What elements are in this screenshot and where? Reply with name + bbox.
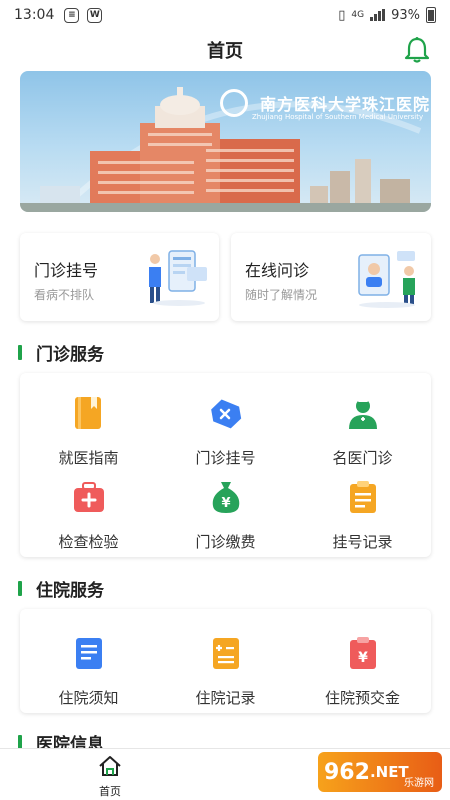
quick-card-consultation[interactable]: 在线问诊 随时了解情况 <box>231 233 431 321</box>
hospital-name-en: Zhujiang Hospital of Southern Medical Un… <box>252 113 424 121</box>
quick-card-subtitle: 随时了解情况 <box>245 288 318 302</box>
yuan-clipboard-icon: ¥ <box>349 637 376 669</box>
document-icon <box>75 638 102 669</box>
watermark-suffix: .NET <box>369 763 409 781</box>
service-item-inpatient-records[interactable]: 住院记录 <box>157 635 294 708</box>
section-title-hospital-info: 医院信息 <box>18 730 104 748</box>
book-icon <box>74 397 101 429</box>
battery-icon <box>426 7 436 23</box>
home-content[interactable]: 南方医科大学珠江医院 Zhujiang Hospital of Southern… <box>0 70 450 748</box>
doctor-icon <box>348 398 377 429</box>
status-time: 13:04 <box>14 7 55 23</box>
page-title: 首页 <box>207 41 243 62</box>
medical-kit-icon <box>73 482 104 512</box>
registration-illustration-icon <box>149 250 207 306</box>
consultation-illustration-icon <box>358 251 415 308</box>
signal-icon <box>370 9 386 21</box>
service-item-examination[interactable]: 检查检验 <box>20 479 157 552</box>
service-label: 门诊挂号 <box>195 449 256 467</box>
app-w-icon: W <box>87 7 103 23</box>
watermark-sub: 乐游网 <box>404 778 434 789</box>
inpatient-services-card: 住院须知 住院记录 ¥ 住院预交金 <box>20 609 431 713</box>
service-item-admission-notice[interactable]: 住院须知 <box>20 635 157 708</box>
outpatient-services-card: 就医指南 门诊挂号 名医门诊 检查检验 ¥ 门诊缴费 挂号记录 <box>20 373 431 557</box>
hospital-name: 南方医科大学珠江医院 <box>260 95 431 114</box>
tag-icon <box>210 399 241 429</box>
tab-home[interactable]: 首页 <box>88 755 132 799</box>
clipboard-icon <box>349 481 376 513</box>
quick-card-registration[interactable]: 门诊挂号 看病不排队 <box>20 233 219 321</box>
service-item-famous-doctor[interactable]: 名医门诊 <box>294 395 431 468</box>
service-label: 住院须知 <box>58 689 119 707</box>
service-label: 挂号记录 <box>332 533 393 551</box>
hospital-banner[interactable]: 南方医科大学珠江医院 Zhujiang Hospital of Southern… <box>20 71 431 212</box>
tab-home-label: 首页 <box>99 785 121 798</box>
bell-icon[interactable] <box>404 36 430 64</box>
section-title-outpatient: 门诊服务 <box>18 340 104 365</box>
app-header: 首页 <box>0 30 450 70</box>
hospital-logo-icon <box>220 89 248 117</box>
network-label: 4G <box>351 10 365 20</box>
service-label: 住院记录 <box>195 689 256 707</box>
site-watermark: 962 .NET 乐游网 <box>318 752 442 792</box>
quick-card-subtitle: 看病不排队 <box>34 288 95 302</box>
service-label: 住院预交金 <box>324 689 400 707</box>
chat-icon: ≡ <box>64 7 80 23</box>
service-item-registration[interactable]: 门诊挂号 <box>157 395 294 468</box>
service-label: 门诊缴费 <box>195 533 256 551</box>
home-icon <box>99 756 121 776</box>
money-bag-icon: ¥ <box>212 482 239 513</box>
section-title-inpatient: 住院服务 <box>18 576 104 601</box>
status-bar: 13:04 ≡ W ▯ 4G 93% <box>0 0 450 30</box>
watermark-brand: 962 <box>324 759 370 785</box>
service-label: 就医指南 <box>58 449 119 467</box>
battery-percent: 93% <box>391 7 420 23</box>
service-label: 检查检验 <box>58 533 119 551</box>
quick-card-title: 门诊挂号 <box>34 261 99 280</box>
svg-text:¥: ¥ <box>358 650 368 666</box>
service-item-registration-records[interactable]: 挂号记录 <box>294 479 431 552</box>
calculator-icon <box>212 638 239 669</box>
service-item-deposit[interactable]: ¥ 住院预交金 <box>294 635 431 708</box>
service-item-payment[interactable]: ¥ 门诊缴费 <box>157 479 294 552</box>
service-label: 名医门诊 <box>332 449 393 467</box>
quick-card-title: 在线问诊 <box>245 261 310 280</box>
vibrate-icon: ▯ <box>338 7 346 23</box>
service-item-guide[interactable]: 就医指南 <box>20 395 157 468</box>
svg-text:¥: ¥ <box>221 496 230 511</box>
